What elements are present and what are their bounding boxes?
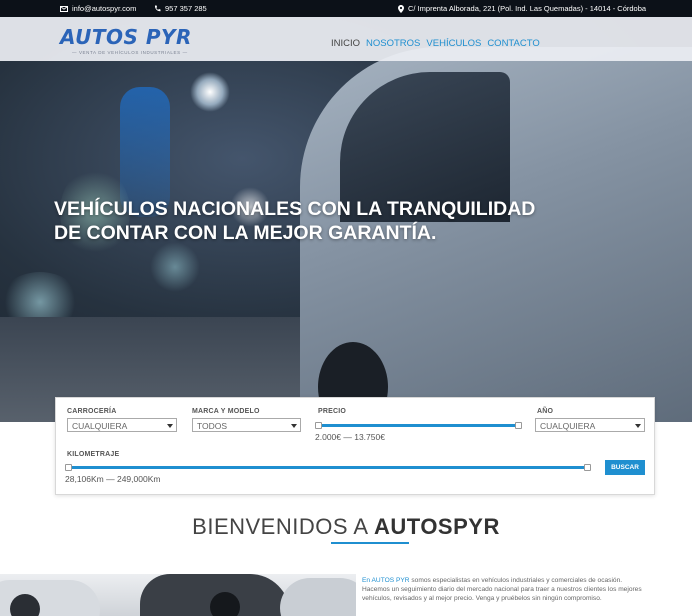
chevron-down-icon	[291, 424, 297, 428]
vehicles-photo	[0, 574, 356, 616]
welcome-prefix: BIENVENIDOS A	[192, 514, 374, 539]
wheel-shape	[210, 592, 240, 616]
car-shape	[280, 578, 356, 616]
anio-value: CUALQUIERA	[540, 421, 596, 431]
bokeh-light	[190, 72, 230, 112]
anio-select[interactable]: CUALQUIERA	[535, 418, 645, 432]
precio-label: PRECIO	[318, 408, 347, 415]
precio-slider-handle-min[interactable]	[315, 422, 322, 429]
main-nav: INICIO NOSOTROS VEHÍCULOS CONTACTO	[331, 38, 540, 49]
email-contact[interactable]: info@autospyr.com	[60, 4, 136, 13]
site-header: AUTOS PYR — VENTA DE VEHÍCULOS INDUSTRIA…	[0, 17, 692, 61]
about-brand: En AUTOS PYR	[362, 577, 410, 584]
hero-title-line-1: VEHÍCULOS NACIONALES CON LA TRANQUILIDAD	[54, 198, 536, 220]
address-text: C/ Imprenta Alborada, 221 (Pol. Ind. Las…	[408, 4, 647, 13]
envelope-icon	[60, 5, 68, 12]
top-info-bar: info@autospyr.com 957 357 285 C/ Imprent…	[0, 0, 692, 17]
phone-contact[interactable]: 957 357 285	[154, 4, 207, 13]
heading-underline	[331, 542, 409, 544]
carroceria-value: CUALQUIERA	[72, 421, 128, 431]
nav-item-nosotros[interactable]: NOSOTROS	[366, 38, 420, 49]
anio-label: AÑO	[537, 408, 554, 415]
logo[interactable]: AUTOS PYR — VENTA DE VEHÍCULOS INDUSTRIA…	[60, 27, 205, 59]
kilometraje-slider-handle-max[interactable]	[584, 464, 591, 471]
address-contact: C/ Imprenta Alborada, 221 (Pol. Ind. Las…	[398, 4, 646, 13]
chevron-down-icon	[635, 424, 641, 428]
marca-value: TODOS	[197, 421, 228, 431]
kilometraje-slider-handle-min[interactable]	[65, 464, 72, 471]
precio-range-text: 2.000€ — 13.750€	[315, 432, 385, 442]
search-button[interactable]: BUSCAR	[605, 460, 645, 475]
wheel-shape	[10, 594, 40, 616]
kilometraje-slider-track[interactable]	[68, 466, 590, 469]
nav-item-inicio[interactable]: INICIO	[331, 38, 360, 49]
logo-name: AUTOS PYR	[60, 25, 192, 49]
about-text: En AUTOS PYR somos especialistas en vehí…	[362, 576, 642, 603]
map-pin-icon	[398, 4, 404, 13]
precio-slider-handle-max[interactable]	[515, 422, 522, 429]
marca-select[interactable]: TODOS	[192, 418, 301, 432]
carroceria-select[interactable]: CUALQUIERA	[67, 418, 177, 432]
precio-slider-track[interactable]	[318, 424, 522, 427]
hero-title: VEHÍCULOS NACIONALES CON LA TRANQUILIDAD…	[54, 197, 535, 245]
chevron-down-icon	[167, 424, 173, 428]
phone-text: 957 357 285	[165, 4, 207, 13]
nav-item-vehiculos[interactable]: VEHÍCULOS	[426, 38, 481, 49]
hero-title-line-2: DE CONTAR CON LA MEJOR GARANTÍA.	[54, 222, 437, 244]
kilometraje-range-text: 28,106Km — 249,000Km	[65, 474, 161, 484]
nav-item-contacto[interactable]: CONTACTO	[487, 38, 539, 49]
kilometraje-label: KILOMETRAJE	[67, 451, 120, 458]
marca-label: MARCA Y MODELO	[192, 408, 260, 415]
welcome-heading: BIENVENIDOS A AUTOSPYR	[0, 514, 692, 540]
email-text: info@autospyr.com	[72, 4, 137, 13]
hero-banner: VEHÍCULOS NACIONALES CON LA TRANQUILIDAD…	[0, 17, 692, 422]
carroceria-label: CARROCERÍA	[67, 408, 117, 415]
bokeh-light	[150, 242, 200, 292]
welcome-brand: AUTOSPYR	[374, 514, 500, 539]
logo-tagline: — VENTA DE VEHÍCULOS INDUSTRIALES —	[72, 50, 188, 55]
phone-icon	[154, 5, 161, 12]
vehicle-search-panel: CARROCERÍA CUALQUIERA MARCA Y MODELO TOD…	[55, 397, 655, 495]
